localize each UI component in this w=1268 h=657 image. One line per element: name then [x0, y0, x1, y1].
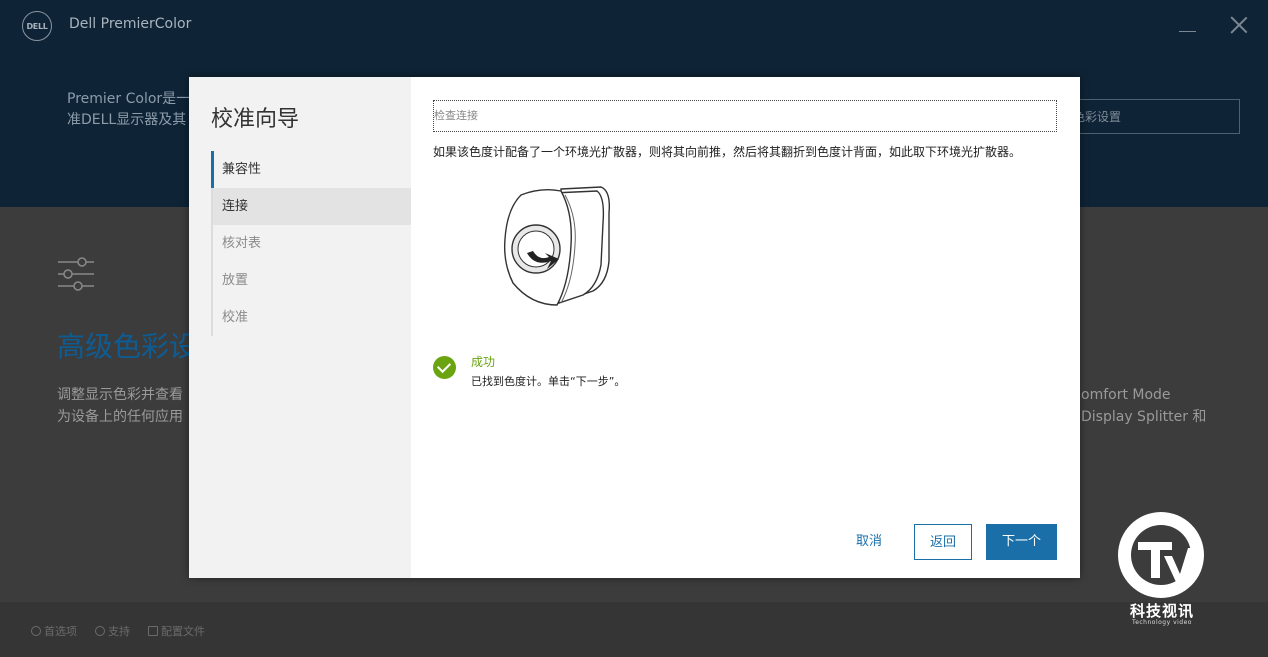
app-title: Dell PremierColor	[69, 16, 192, 32]
cancel-button[interactable]: 取消	[839, 524, 899, 560]
next-button[interactable]: 下一个	[986, 524, 1057, 560]
step-checklist: 核对表	[211, 225, 411, 262]
instruction-text: 如果该色度计配备了一个环境光扩散器，则将其向前推，然后将其翻折到色度计背面，如此…	[433, 145, 1022, 159]
success-check-icon	[433, 356, 456, 379]
wizard-sidebar: 校准向导 兼容性 连接 核对表 放置 校准	[189, 77, 411, 578]
profile-icon	[148, 626, 158, 636]
dialog-title: 校准向导	[211, 107, 300, 132]
description-line: Display Splitter 和	[1081, 409, 1207, 425]
gear-icon	[31, 626, 41, 636]
step-compatibility: 兼容性	[211, 151, 411, 188]
sliders-icon	[58, 257, 94, 291]
description-line: 调整显示色彩并查看	[57, 387, 183, 403]
comfort-mode-description: omfort Mode Display Splitter 和	[1081, 384, 1261, 428]
watermark: 科技视讯 Technology video	[1112, 512, 1212, 627]
status-title: 成功	[471, 355, 496, 369]
wrench-icon	[95, 626, 105, 636]
footer-link-label: 支持	[108, 625, 130, 638]
advanced-color-description: 调整显示色彩并查看 为设备上的任何应用	[57, 384, 189, 428]
footer-link-support[interactable]: 支持	[95, 623, 130, 639]
color-settings-label: 色彩设置	[1073, 110, 1122, 124]
footer-link-label: 配置文件	[161, 625, 205, 638]
calibration-wizard-dialog: 校准向导 兼容性 连接 核对表 放置 校准 检查连接 如果该色度计配备了一个环境…	[189, 77, 1080, 578]
minimize-icon[interactable]	[1179, 31, 1196, 32]
watermark-logo	[1118, 512, 1204, 598]
header-description-line: 准DELL显示器及其	[67, 112, 187, 128]
back-button[interactable]: 返回	[914, 524, 972, 560]
wizard-steps: 兼容性 连接 核对表 放置 校准	[211, 151, 411, 336]
tv-logo-icon	[1138, 542, 1196, 582]
section-header: 检查连接	[433, 100, 1057, 132]
status-detail: 已找到色度计。单击“下一步”。	[471, 375, 626, 388]
description-line: omfort Mode	[1081, 387, 1171, 403]
dell-logo: DELL	[22, 11, 52, 41]
step-calibration: 校准	[211, 299, 411, 336]
color-settings-button[interactable]: 色彩设置	[1066, 99, 1240, 134]
header-description-line: Premier Color是一	[67, 91, 191, 107]
header-description: Premier Color是一 准DELL显示器及其	[67, 89, 192, 131]
footer-links: 首选项 支持 配置文件	[31, 623, 205, 639]
advanced-color-title: 高级色彩设	[57, 330, 190, 363]
description-line: 为设备上的任何应用	[57, 409, 183, 425]
wizard-content: 检查连接 如果该色度计配备了一个环境光扩散器，则将其向前推，然后将其翻折到色度计…	[411, 77, 1080, 578]
colorimeter-illustration	[503, 186, 611, 306]
close-icon[interactable]	[1229, 15, 1249, 35]
watermark-text: 科技视讯	[1129, 602, 1194, 620]
watermark-subtext: Technology video	[1132, 619, 1192, 626]
step-placement: 放置	[211, 262, 411, 299]
footer-link-preferences[interactable]: 首选项	[31, 623, 77, 639]
footer-link-label: 首选项	[44, 625, 77, 638]
step-connection: 连接	[211, 188, 411, 225]
footer-link-profiles[interactable]: 配置文件	[148, 623, 205, 639]
